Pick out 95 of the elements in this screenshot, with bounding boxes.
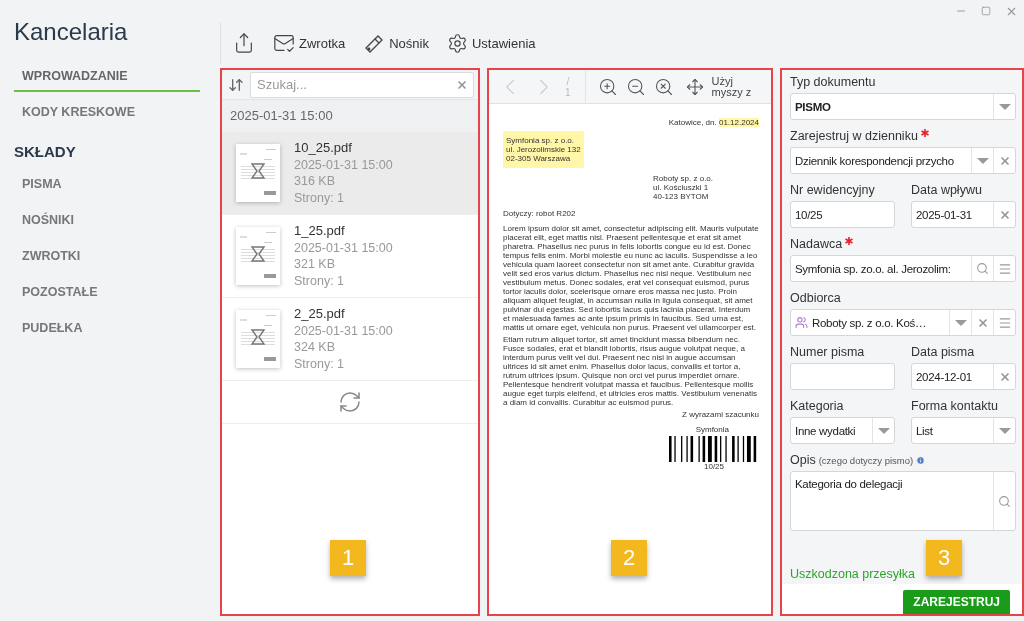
subject-line: Dotyczy: robot R202 bbox=[503, 209, 577, 218]
maximize-icon[interactable] bbox=[981, 6, 991, 16]
settings-icon bbox=[447, 32, 468, 54]
letter-paragraph: Etiam rutrum aliquet tortor, sit amet tincidunt massa bibendum nec. Fusce sodales, erat et blandit lobortis, risus augue volutpat neque, a interdum purus velit vel dui. Praesent nec nisi in augue accumsan ultrices id sit amet enim. Phasellus dolor lacus, convallis et tortor a, rutrum ultrices ipsum. Quisque non orci vel purus imperdiet ornare. Pellentesque hendrerit volutpat massa et faucibus. Pellentesque mollis augue eget turpis eleifend, et ultricies eros mattis. Vestibulum venenatis a diam id convallis. Curabitur ac euismod purus. bbox=[503, 335, 758, 407]
toolbar-button[interactable]: Nośnik bbox=[361, 30, 431, 56]
signature: Symfonia bbox=[695, 425, 729, 434]
field-label: Numer pisma bbox=[790, 345, 865, 359]
clear-icon[interactable] bbox=[998, 154, 1011, 167]
file-date: 2025-01-31 15:00 bbox=[294, 156, 393, 173]
caret-icon[interactable] bbox=[877, 427, 890, 434]
clear-icon[interactable] bbox=[998, 370, 1011, 383]
document-thumbnail bbox=[236, 144, 280, 202]
field-label: Zarejestruj w dzienniku bbox=[790, 129, 918, 143]
field-label: Odbiorca bbox=[790, 291, 841, 305]
file-item[interactable]: 10_25.pdf 2025-01-31 15:00 316 KB Strony: 1 bbox=[222, 132, 478, 215]
file-date: 2025-01-31 15:00 bbox=[294, 322, 393, 339]
field-label: Typ dokumentu bbox=[790, 75, 876, 89]
number-badge: 3 bbox=[926, 540, 962, 576]
people-icon bbox=[795, 316, 808, 329]
text-area[interactable]: Kategoria do delegacji bbox=[790, 471, 1016, 531]
caret-icon[interactable] bbox=[998, 103, 1011, 110]
menu-icon[interactable] bbox=[997, 315, 1012, 330]
file-size: 324 KB bbox=[294, 339, 336, 356]
nav-item[interactable]: PUDEŁKA bbox=[14, 314, 200, 344]
section-heading: SKŁADY bbox=[14, 142, 77, 162]
number-badge: 1 bbox=[330, 540, 366, 576]
nav-item[interactable]: PISMA bbox=[14, 170, 200, 200]
input-field[interactable]: 2024-12-01 bbox=[911, 363, 1016, 390]
field-label: Data pisma bbox=[911, 345, 975, 359]
search-icon[interactable] bbox=[976, 262, 989, 275]
sort-icon[interactable] bbox=[228, 76, 244, 93]
file-size: 321 KB bbox=[294, 256, 336, 273]
place-date: Katowice, dn. 01.12.2024 bbox=[668, 118, 759, 127]
input-field[interactable]: Symfonia sp. zo.o. al. Jerozolim: bbox=[790, 255, 1016, 282]
zoom-reset-icon[interactable] bbox=[653, 76, 674, 97]
nav-item[interactable]: KODY KRESKOWE bbox=[14, 98, 200, 128]
dropdown-field[interactable]: Roboty sp. z o.o. Koś… bbox=[790, 309, 1016, 336]
field-label: Opis bbox=[790, 453, 816, 467]
clear-icon[interactable] bbox=[976, 316, 989, 329]
input-field[interactable] bbox=[790, 363, 895, 390]
recipient-address-line: Roboty sp. z o.o. bbox=[653, 174, 715, 183]
toolbar-button[interactable]: Ustawienia bbox=[445, 30, 538, 56]
file-name: 1_25.pdf bbox=[294, 223, 346, 240]
page-count: Strony: 1 bbox=[294, 189, 346, 206]
clear-icon[interactable] bbox=[998, 208, 1011, 221]
input-field[interactable]: 2025-01-31 bbox=[911, 201, 1016, 228]
field-label: Nadawca bbox=[790, 237, 843, 251]
file-date: 2025-01-31 15:00 bbox=[294, 239, 393, 256]
closing-line: Z wyrazami szacunku bbox=[682, 410, 759, 419]
nav-item[interactable]: POZOSTAŁE bbox=[14, 278, 200, 308]
field-label: Nr ewidencyjny bbox=[790, 183, 875, 197]
page-count: Strony: 1 bbox=[294, 355, 346, 372]
clear-icon[interactable] bbox=[456, 78, 468, 91]
app-title: Kancelaria bbox=[14, 18, 129, 46]
sender-address-line: ul. Jerozolimskie 132 bbox=[506, 145, 581, 154]
zoom-out-icon[interactable] bbox=[625, 76, 646, 97]
toolbar-button[interactable]: Zwrotka bbox=[271, 30, 348, 56]
caret-icon[interactable] bbox=[976, 157, 989, 164]
register-button[interactable]: ZAREJESTRUJ bbox=[903, 590, 1010, 614]
zoom-in-icon[interactable] bbox=[597, 76, 618, 97]
input-field[interactable]: 10/25 bbox=[790, 201, 895, 228]
page-separator: / bbox=[566, 75, 570, 87]
field-hint: (czego dotyczy pismo) bbox=[818, 454, 914, 466]
dropdown-field[interactable]: List bbox=[911, 417, 1016, 444]
caret-icon[interactable] bbox=[954, 319, 967, 326]
nav-item[interactable]: ZWROTKI bbox=[14, 242, 200, 272]
share-icon bbox=[233, 32, 255, 54]
nav-item[interactable]: NOŚNIKI bbox=[14, 206, 200, 236]
group-heading: 2025-01-31 15:00 bbox=[222, 100, 478, 132]
sender-address-line: 02-305 Warszawa bbox=[506, 154, 572, 163]
caret-icon[interactable] bbox=[998, 427, 1011, 434]
refresh-icon[interactable] bbox=[338, 390, 362, 414]
dropdown-field[interactable]: Inne wydatki bbox=[790, 417, 895, 444]
field-label: Data wpływu bbox=[911, 183, 982, 197]
envelope-icon bbox=[273, 32, 295, 54]
search-icon[interactable] bbox=[998, 494, 1011, 508]
dropdown-field[interactable]: PISMO bbox=[790, 93, 1016, 120]
field-label: Forma kontaktu bbox=[911, 399, 998, 413]
barcode-number: 10/25 bbox=[704, 462, 724, 471]
sender-address-line: Symfonia sp. z o.o. bbox=[506, 136, 576, 145]
file-size: 316 KB bbox=[294, 173, 336, 190]
dropdown-field[interactable]: Dziennik korespondencji przycho bbox=[790, 147, 1016, 174]
page-count: Strony: 1 bbox=[294, 272, 346, 289]
menu-icon[interactable] bbox=[997, 261, 1012, 276]
recipient-address-line: ul. Kościuszki 1 bbox=[653, 183, 710, 192]
letter-paragraph: Lorem ipsum dolor sit amet, consectetur adipiscing elit. Mauris vulputate placerat elit, eget mattis nisl. Praesent pellentesque et erat sit amet pharetra. Phasellus nec purus in felis lobortis congue eu id est. Donec tempus felis enim. Morbi molestie eu nunc ac iaculis. Suspendisse a leo vehicula quam laoreet consectetur non sit amet ante. Curabitur gravida velit sed eros varius dictum. Phasellus nec nisl neque. Vestibulum nec vestibulum metus. Donec sodales, erat vel consequat euismod, purus tortor iaculis dolor, scelerisque ornare eros massa nec justo. Proin aliquam aliquet feugiat, in accumsan nulla in ligula consequat, sit amet pulvinar dui egestas. Sed lobortis lacus quis lacinia placerat. Interdum et malesuada fames ac ante ipsum primis in faucibus. Sed urna est, mattis ut ornare eget, vehicula non purus. Praesent vel ullamcorper est. bbox=[503, 224, 759, 332]
number-badge: 2 bbox=[611, 540, 647, 576]
mouse-mode-label[interactable]: Użyj myszy z bbox=[711, 75, 760, 98]
file-name: 2_25.pdf bbox=[294, 306, 346, 323]
nav-item[interactable]: WPROWADZANIE bbox=[14, 62, 200, 92]
search-field[interactable]: Szukaj... bbox=[250, 71, 474, 98]
file-name: 10_25.pdf bbox=[294, 140, 353, 157]
move-icon[interactable] bbox=[685, 77, 704, 96]
recipient-address-line: 40-123 BYTOM bbox=[653, 192, 710, 201]
field-label: Kategoria bbox=[790, 399, 844, 413]
